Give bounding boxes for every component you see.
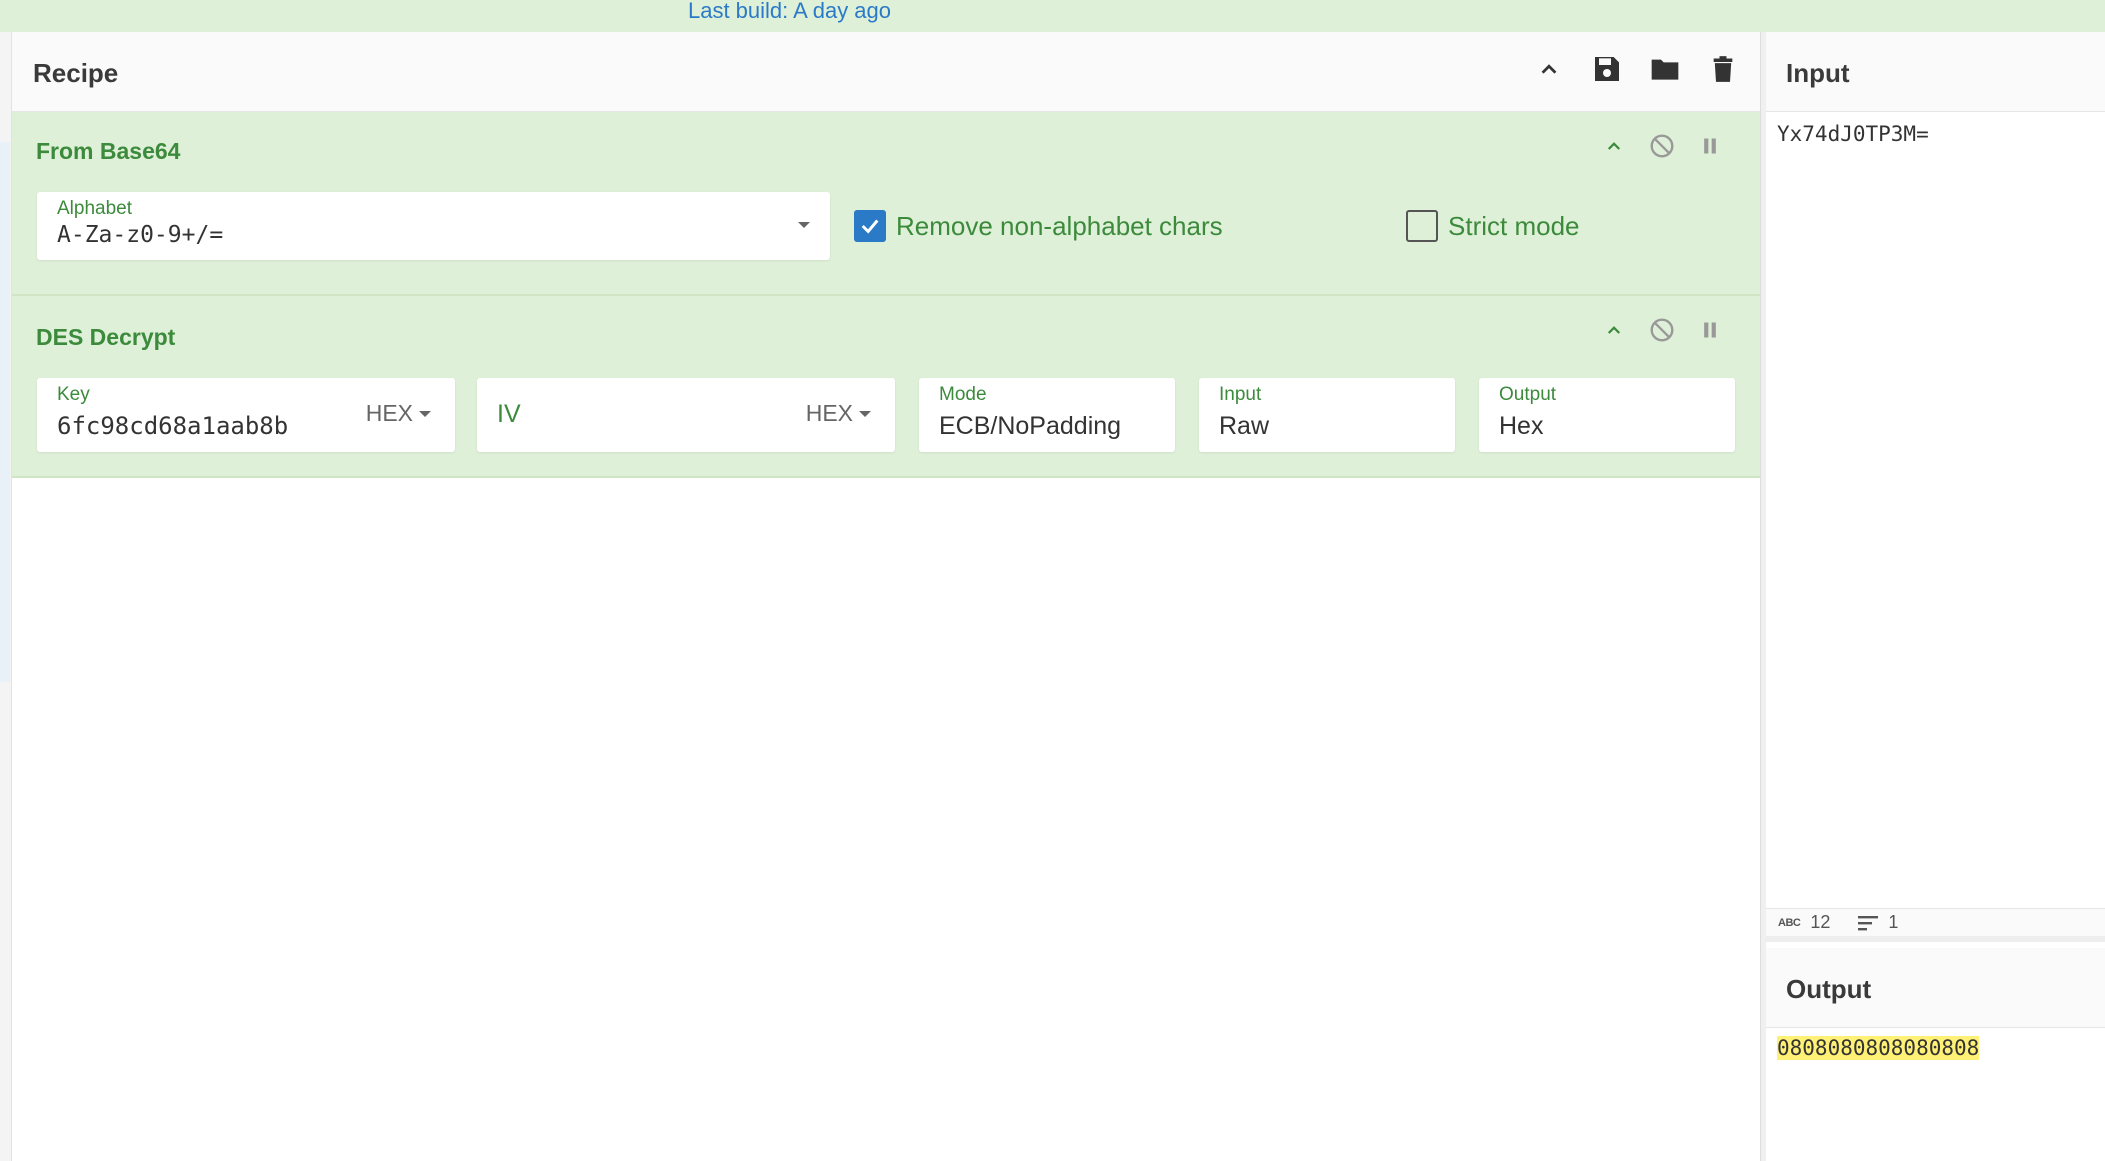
caret-down-icon (859, 410, 871, 417)
alphabet-select[interactable]: Alphabet A-Za-z0-9+/= (37, 192, 830, 260)
alphabet-label: Alphabet (57, 198, 133, 219)
chevron-down-icon (798, 222, 810, 228)
abc-icon: ABC (1778, 916, 1801, 929)
last-build-link[interactable]: Last build: A day ago (688, 0, 891, 22)
key-input[interactable]: Key 6fc98cd68a1aab8b HEX (37, 378, 455, 452)
chevron-up-icon (1607, 326, 1621, 334)
operations-pane-edge (0, 32, 12, 1161)
line-count: 1 (1888, 912, 1899, 932)
output-title: Output (1786, 974, 1872, 1004)
mode-label: Mode (939, 384, 987, 405)
remove-non-alphabet-checkbox[interactable]: Remove non-alphabet chars (854, 210, 1223, 242)
load-recipe-button[interactable] (1648, 52, 1682, 86)
input-textarea[interactable]: Yx74dJ0TP3M= (1777, 122, 1929, 146)
operation-title: DES Decrypt (36, 324, 176, 350)
input-format-value: Raw (1219, 412, 1270, 440)
iv-format-dropdown[interactable]: HEX (806, 400, 871, 427)
strict-mode-checkbox[interactable]: Strict mode (1406, 210, 1580, 242)
checkbox-checked-icon (854, 210, 886, 242)
minimise-operation-button[interactable] (1600, 132, 1628, 160)
key-value: 6fc98cd68a1aab8b (57, 412, 289, 440)
input-status-bar: ABC 12 1 (1766, 908, 2105, 942)
input-title: Input (1786, 58, 1850, 88)
top-bar: Last build: A day ago (0, 0, 2105, 32)
input-format-select[interactable]: Input Raw (1199, 378, 1455, 452)
minimise-operation-button[interactable] (1600, 316, 1628, 344)
pause-icon (1704, 138, 1716, 154)
input-pane: Input Yx74dJ0TP3M= (1766, 32, 2105, 908)
operation-des-decrypt: DES Decrypt Key 6fc98cd68a1aab8b HEX IV (12, 296, 1760, 478)
operation-title: From Base64 (36, 138, 181, 164)
output-value: 0808080808080808 (1777, 1036, 1980, 1060)
iv-placeholder: IV (497, 400, 521, 428)
clear-recipe-button[interactable] (1706, 52, 1740, 86)
output-text[interactable]: 0808080808080808 (1777, 1036, 1980, 1060)
strict-mode-label: Strict mode (1448, 210, 1580, 241)
lines-icon (1858, 915, 1879, 930)
input-format-label: Input (1219, 384, 1262, 405)
save-recipe-button[interactable] (1590, 52, 1624, 86)
disable-icon (1650, 134, 1674, 158)
output-format-label: Output (1499, 384, 1557, 405)
save-icon (1595, 57, 1619, 81)
folder-icon (1651, 59, 1679, 80)
chevron-up-icon (1607, 142, 1621, 150)
pause-breakpoint-button[interactable] (1696, 316, 1724, 344)
trash-icon (1713, 56, 1733, 82)
recipe-pane: Recipe From Base64 Alphabet A-Za-z0-9+/=… (12, 32, 1760, 1161)
pause-icon (1704, 322, 1716, 338)
checkbox-unchecked-icon (1406, 210, 1438, 242)
recipe-header: Recipe (12, 32, 1760, 112)
disable-operation-button[interactable] (1648, 316, 1676, 344)
key-format-dropdown[interactable]: HEX (366, 400, 431, 427)
char-count: 12 (1810, 912, 1831, 932)
disable-icon (1650, 318, 1674, 342)
output-format-value: Hex (1499, 412, 1544, 440)
output-header: Output (1766, 948, 2105, 1028)
pause-breakpoint-button[interactable] (1696, 132, 1724, 160)
input-header: Input (1766, 32, 2105, 112)
disable-operation-button[interactable] (1648, 132, 1676, 160)
caret-down-icon (419, 410, 431, 417)
mode-select[interactable]: Mode ECB/NoPadding (919, 378, 1175, 452)
mode-value: ECB/NoPadding (939, 412, 1122, 440)
output-format-select[interactable]: Output Hex (1479, 378, 1735, 452)
output-pane: Output 0808080808080808 (1766, 948, 2105, 1161)
collapse-all-button[interactable] (1532, 52, 1566, 86)
alphabet-value: A-Za-z0-9+/= (57, 222, 224, 248)
operation-from-base64: From Base64 Alphabet A-Za-z0-9+/= Remove… (12, 112, 1760, 296)
iv-input[interactable]: IV HEX (477, 378, 895, 452)
key-label: Key (57, 384, 90, 405)
recipe-title: Recipe (33, 58, 119, 88)
chevron-up-icon (1541, 64, 1557, 74)
remove-non-alphabet-label: Remove non-alphabet chars (896, 210, 1223, 241)
